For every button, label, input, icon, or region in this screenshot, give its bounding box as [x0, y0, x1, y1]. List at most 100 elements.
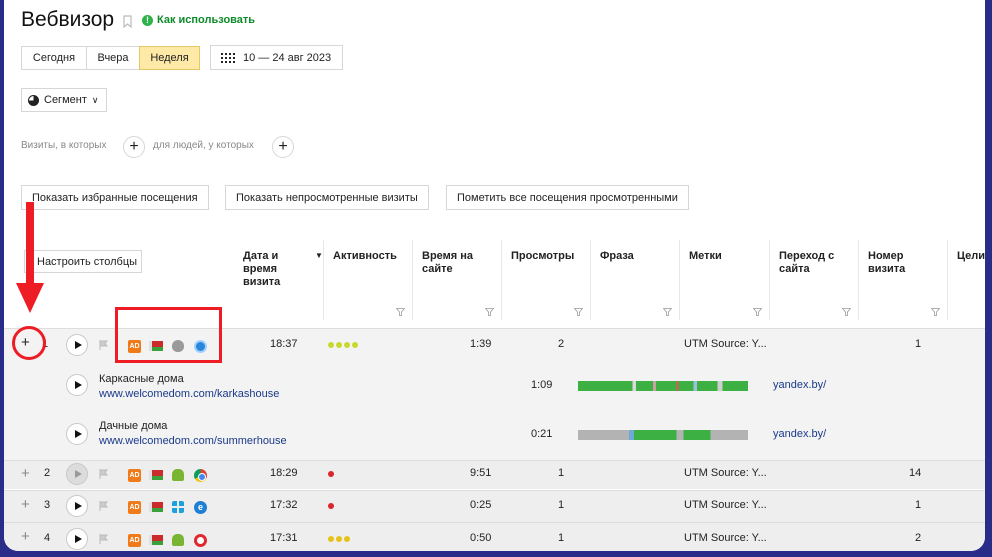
how-to-use-link[interactable]: ! Как использовать: [142, 14, 255, 26]
utm-tags: UTM Source: Y...: [684, 532, 767, 544]
configure-columns-button[interactable]: Настроить столбцы: [24, 250, 142, 273]
play-visit-button[interactable]: [66, 495, 88, 517]
expand-row-icon[interactable]: +: [21, 496, 30, 513]
activity-dots: [328, 468, 336, 480]
header-goals[interactable]: Цели: [957, 250, 985, 263]
scroll-map-bar: [578, 430, 748, 440]
column-divider: [769, 240, 770, 320]
play-page-button[interactable]: [66, 374, 88, 396]
visit-number: 1: [915, 499, 922, 511]
utm-tags: UTM Source: Y...: [684, 499, 767, 511]
play-visit-button[interactable]: [66, 463, 88, 485]
row-number: 3: [44, 499, 51, 511]
views-count: 1: [558, 467, 565, 479]
header-datetime[interactable]: Дата и время визита: [243, 250, 311, 289]
header-tags[interactable]: Метки: [689, 250, 722, 263]
page-duration: 0:21: [531, 428, 553, 440]
date-range-label: 10 — 24 авг 2023: [243, 51, 332, 64]
column-divider: [858, 240, 859, 320]
ad-icon: AD: [128, 501, 141, 514]
add-visit-condition-button[interactable]: +: [123, 136, 145, 158]
expand-row-icon[interactable]: +: [21, 465, 30, 482]
visit-number: 14: [909, 467, 922, 479]
filter-icon[interactable]: [663, 308, 672, 316]
header-visit-number[interactable]: Номер визита: [868, 250, 928, 276]
mark-all-viewed-button[interactable]: Пометить все посещения просмотренными: [446, 185, 689, 210]
windows-icon: [172, 501, 184, 513]
belarus-flag-icon: [149, 502, 163, 512]
time-on-site: 1:39: [470, 338, 492, 350]
filter-icon[interactable]: [485, 308, 494, 316]
segment-dropdown[interactable]: Сегмент ∨: [21, 88, 107, 112]
info-icon: !: [142, 14, 153, 26]
page-title-karkas: Каркасные дома: [99, 373, 184, 385]
header-phrase[interactable]: Фраза: [600, 250, 634, 263]
add-people-condition-button[interactable]: +: [272, 136, 294, 158]
chrome-icon: [194, 469, 207, 482]
play-visit-button[interactable]: [66, 334, 88, 356]
annotation-circle: [12, 326, 46, 360]
period-yesterday-button[interactable]: Вчера: [86, 46, 140, 70]
flag-icon[interactable]: [99, 340, 109, 350]
date-range-picker[interactable]: 10 — 24 авг 2023: [210, 45, 343, 70]
filter-icon[interactable]: [574, 308, 583, 316]
header-time-on-site[interactable]: Время на сайте: [422, 250, 492, 276]
row-divider: [4, 460, 985, 461]
referrer-link[interactable]: yandex.by/: [773, 379, 826, 391]
show-unviewed-button[interactable]: Показать непросмотренные визиты: [225, 185, 429, 210]
filter-icon[interactable]: [931, 308, 940, 316]
page-url-link[interactable]: www.welcomedom.com/summerhouse: [99, 435, 287, 447]
segment-label: Сегмент: [44, 94, 87, 106]
expand-row-icon[interactable]: +: [21, 528, 30, 545]
play-visit-button[interactable]: [66, 528, 88, 550]
header-activity[interactable]: Активность: [333, 250, 397, 263]
filter-icon[interactable]: [842, 308, 851, 316]
column-divider: [323, 240, 324, 320]
visit-time: 18:29: [270, 467, 298, 479]
edge-icon: e: [194, 501, 207, 514]
header-referral[interactable]: Переход с сайта: [779, 250, 849, 276]
referrer-link[interactable]: yandex.by/: [773, 428, 826, 440]
flag-icon[interactable]: [99, 534, 109, 544]
how-to-use-label: Как использовать: [157, 14, 256, 26]
row-divider: [4, 522, 985, 523]
opera-icon: [194, 534, 207, 547]
chevron-down-icon: ∨: [91, 94, 99, 105]
android-icon: [172, 469, 184, 481]
period-today-button[interactable]: Сегодня: [21, 46, 87, 70]
period-week-button[interactable]: Неделя: [139, 46, 200, 70]
flag-icon[interactable]: [99, 501, 109, 511]
row-number: 2: [44, 467, 51, 479]
sort-desc-icon[interactable]: ▼: [315, 251, 323, 260]
views-count: 1: [558, 532, 565, 544]
play-page-button[interactable]: [66, 423, 88, 445]
visit-time: 17:32: [270, 499, 298, 511]
utm-tags: UTM Source: Y...: [684, 467, 767, 479]
flag-icon[interactable]: [99, 469, 109, 479]
annotation-arrow: [26, 202, 34, 287]
column-divider: [679, 240, 680, 320]
webvisor-window: Вебвизор ! Как использовать Сегодня Вчер…: [4, 0, 985, 551]
filter-icon[interactable]: [396, 308, 405, 316]
belarus-flag-icon: [149, 535, 163, 545]
header-views[interactable]: Просмотры: [511, 250, 574, 263]
page-url-link[interactable]: www.welcomedom.com/karkashouse: [99, 388, 279, 400]
visit-number: 2: [915, 532, 922, 544]
bookmark-icon[interactable]: [123, 15, 132, 28]
time-on-site: 0:25: [470, 499, 492, 511]
column-divider: [947, 240, 948, 320]
belarus-flag-icon: [149, 470, 163, 480]
ad-icon: AD: [128, 534, 141, 547]
time-on-site: 9:51: [470, 467, 492, 479]
visit-number: 1: [915, 338, 922, 350]
android-icon: [172, 534, 184, 546]
show-favorites-button[interactable]: Показать избранные посещения: [21, 185, 209, 210]
row-divider: [4, 490, 985, 491]
annotation-arrow-head: [16, 283, 44, 313]
column-divider: [412, 240, 413, 320]
activity-dots: [328, 339, 360, 351]
views-count: 2: [558, 338, 565, 350]
activity-dots: [328, 500, 336, 512]
views-count: 1: [558, 499, 565, 511]
filter-icon[interactable]: [753, 308, 762, 316]
